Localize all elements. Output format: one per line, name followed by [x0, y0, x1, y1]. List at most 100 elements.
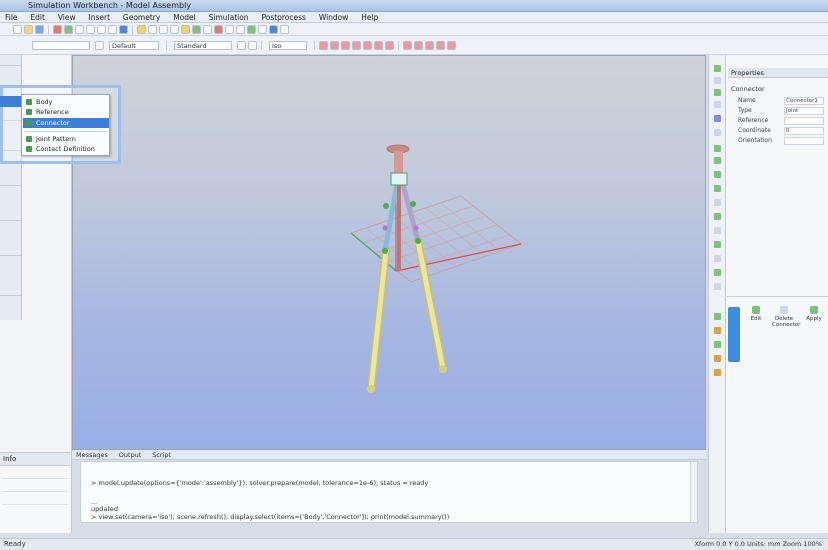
delete-connector-button[interactable]: Delete Connector — [772, 306, 800, 328]
menu-item-joint-pattern[interactable]: Joint Pattern — [23, 134, 109, 144]
marker-icon[interactable] — [225, 24, 234, 34]
menu-file[interactable]: File — [0, 12, 23, 22]
tool-icon[interactable] — [714, 355, 721, 362]
tool-icon[interactable] — [714, 369, 721, 376]
menu-geometry[interactable]: Geometry — [118, 12, 165, 22]
property-value[interactable]: Connector1 — [784, 97, 824, 105]
console-output[interactable]: > model.update(options={'mode':'assembly… — [80, 461, 698, 523]
edit-button[interactable]: Edit — [744, 306, 768, 322]
pen-icon[interactable] — [137, 24, 146, 34]
tool-icon[interactable] — [714, 101, 721, 108]
selected-tree-item[interactable] — [0, 96, 21, 107]
tool-icon[interactable] — [714, 227, 721, 234]
tool-icon[interactable] — [714, 269, 721, 276]
style-combo[interactable]: Default — [109, 40, 159, 50]
layer-icon[interactable] — [95, 40, 104, 50]
property-value[interactable] — [784, 137, 824, 145]
zoom-in-icon[interactable] — [414, 40, 423, 50]
check-icon — [752, 306, 760, 314]
menu-insert[interactable]: Insert — [84, 12, 116, 22]
measure-icon[interactable] — [236, 24, 245, 34]
tool-icon[interactable] — [714, 157, 721, 164]
view-back-icon[interactable] — [330, 40, 339, 50]
view-right-icon[interactable] — [352, 40, 361, 50]
select-icon[interactable] — [119, 24, 128, 34]
apply-button[interactable]: Apply — [802, 306, 826, 322]
console-scrollbar[interactable] — [690, 462, 697, 522]
tool-icon[interactable] — [714, 185, 721, 192]
menu-window[interactable]: Window — [314, 12, 354, 22]
tool-icon[interactable] — [714, 77, 721, 84]
body-icon[interactable] — [192, 24, 201, 34]
arc-icon[interactable] — [159, 24, 168, 34]
menu-view[interactable]: View — [53, 12, 81, 22]
spline-icon[interactable] — [170, 24, 179, 34]
tool-icon[interactable] — [714, 199, 721, 206]
tab-script[interactable]: Script — [148, 450, 175, 460]
force-icon[interactable] — [214, 24, 223, 34]
menu-item-connector[interactable]: Connector — [23, 118, 109, 128]
info-panel-header: Info — [0, 453, 70, 466]
joint-icon[interactable] — [203, 24, 212, 34]
solve-icon[interactable] — [280, 24, 289, 34]
tool-icon[interactable] — [714, 115, 721, 122]
undo-icon[interactable] — [53, 24, 62, 34]
contact-icon[interactable] — [258, 24, 267, 34]
property-row: Name Connector1 — [738, 97, 826, 106]
view-iso-icon[interactable] — [385, 40, 394, 50]
zoom-fit-icon[interactable] — [403, 40, 412, 50]
redo-icon[interactable] — [64, 24, 73, 34]
property-value[interactable]: Joint — [784, 107, 824, 115]
open-icon[interactable] — [24, 24, 33, 34]
cut-icon[interactable] — [75, 24, 84, 34]
tool-icon[interactable] — [714, 145, 721, 152]
display-combo[interactable]: Standard — [174, 40, 232, 50]
tool-icon[interactable] — [714, 171, 721, 178]
tool-icon[interactable] — [714, 241, 721, 248]
motion-icon[interactable] — [269, 24, 278, 34]
view-bottom-icon[interactable] — [374, 40, 383, 50]
tool-icon[interactable] — [714, 65, 721, 72]
new-icon[interactable] — [13, 24, 22, 34]
menu-edit[interactable]: Edit — [25, 12, 50, 22]
3d-viewport[interactable] — [72, 55, 706, 450]
tool-icon[interactable] — [714, 327, 721, 334]
copy-icon[interactable] — [86, 24, 95, 34]
tab-messages[interactable]: Messages — [72, 450, 112, 460]
save-icon[interactable] — [35, 24, 44, 34]
tool-icon[interactable] — [714, 255, 721, 262]
foot-left — [367, 385, 375, 393]
tool-icon[interactable] — [714, 89, 721, 96]
menu-item-reference[interactable]: Reference — [23, 107, 109, 117]
shade-icon[interactable] — [248, 40, 257, 50]
spring-icon[interactable] — [247, 24, 256, 34]
point-icon[interactable] — [181, 24, 190, 34]
render-icon[interactable] — [237, 40, 246, 50]
tool-icon[interactable] — [714, 341, 721, 348]
view-front-icon[interactable] — [319, 40, 328, 50]
properties-tab-active[interactable] — [728, 307, 740, 362]
pan-icon[interactable] — [447, 40, 456, 50]
menu-postprocess[interactable]: Postprocess — [256, 12, 311, 22]
line-icon[interactable] — [148, 24, 157, 34]
menu-model[interactable]: Model — [168, 12, 201, 22]
view-left-icon[interactable] — [341, 40, 350, 50]
workspace-combo[interactable] — [32, 40, 90, 50]
tool-icon[interactable] — [714, 313, 721, 320]
property-value[interactable]: 0 — [784, 127, 824, 135]
tab-output[interactable]: Output — [115, 450, 146, 460]
view-combo[interactable]: Iso — [269, 40, 307, 50]
view-top-icon[interactable] — [363, 40, 372, 50]
menu-simulation[interactable]: Simulation — [204, 12, 254, 22]
menu-help[interactable]: Help — [356, 12, 383, 22]
tool-icon[interactable] — [714, 213, 721, 220]
tool-icon[interactable] — [714, 129, 721, 136]
property-value[interactable] — [784, 117, 824, 125]
menu-item-contact[interactable]: Contact Definition — [23, 144, 109, 154]
rotate-icon[interactable] — [436, 40, 445, 50]
tool-icon[interactable] — [714, 283, 721, 290]
menu-item-body[interactable]: Body — [23, 97, 109, 107]
zoom-out-icon[interactable] — [425, 40, 434, 50]
delete-icon[interactable] — [108, 24, 117, 34]
paste-icon[interactable] — [97, 24, 106, 34]
